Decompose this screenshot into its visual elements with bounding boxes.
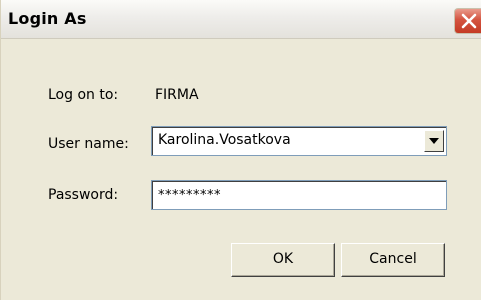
ok-button[interactable]: OK xyxy=(231,243,335,277)
title-bar[interactable]: Login As xyxy=(1,0,481,39)
chevron-down-icon xyxy=(429,138,439,144)
cancel-button[interactable]: Cancel xyxy=(341,243,445,277)
close-button[interactable] xyxy=(454,8,481,34)
user-name-dropdown-button[interactable] xyxy=(424,130,444,152)
log-on-to-value: FIRMA xyxy=(155,87,199,103)
user-name-combobox[interactable]: Karolina.Vosatkova xyxy=(151,126,447,156)
cancel-button-label: Cancel xyxy=(369,251,417,267)
user-name-value[interactable]: Karolina.Vosatkova xyxy=(158,132,291,148)
close-icon xyxy=(461,13,477,29)
ok-button-label: OK xyxy=(272,251,294,267)
user-name-label: User name: xyxy=(48,136,129,152)
log-on-to-label: Log on to: xyxy=(48,87,119,103)
login-dialog: Login As Log on to: FIRMA User name: Kar… xyxy=(0,0,481,300)
dialog-title: Login As xyxy=(8,9,87,28)
password-label: Password: xyxy=(48,187,119,203)
password-field[interactable] xyxy=(151,180,447,210)
